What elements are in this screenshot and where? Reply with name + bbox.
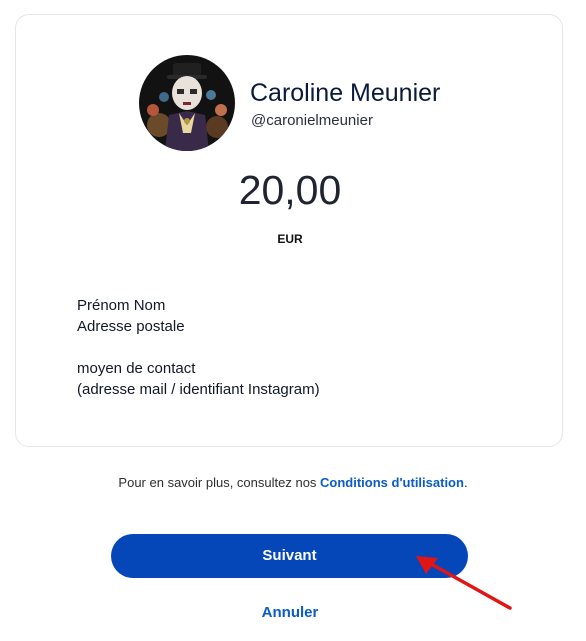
avatar xyxy=(139,55,235,151)
terms-text: Pour en savoir plus, consultez nos Condi… xyxy=(0,475,586,490)
payment-page: Caroline Meunier @caronielmeunier 20,00 … xyxy=(0,0,586,641)
note-line-contact: moyen de contact xyxy=(77,360,196,377)
cancel-link[interactable]: Annuler xyxy=(0,604,580,621)
profile-name: Caroline Meunier xyxy=(250,79,441,107)
terms-prefix: Pour en savoir plus, consultez nos xyxy=(118,475,321,490)
payment-card: Caroline Meunier @caronielmeunier 20,00 … xyxy=(15,14,563,447)
terms-suffix: . xyxy=(463,475,468,490)
note-spacer xyxy=(77,337,320,358)
profile-photo-icon xyxy=(139,55,235,151)
payment-amount: 20,00 xyxy=(238,167,342,213)
terms-link[interactable]: Conditions d'utilisation xyxy=(320,475,464,490)
payment-note: Prénom Nom Adresse postale moyen de cont… xyxy=(77,295,320,400)
payment-currency: EUR xyxy=(277,232,303,246)
note-line-contact-detail: (adresse mail / identifiant Instagram) xyxy=(77,381,320,398)
profile-handle: @caronielmeunier xyxy=(251,112,373,129)
note-line-address: Adresse postale xyxy=(77,318,185,335)
note-line-name: Prénom Nom xyxy=(77,297,166,314)
